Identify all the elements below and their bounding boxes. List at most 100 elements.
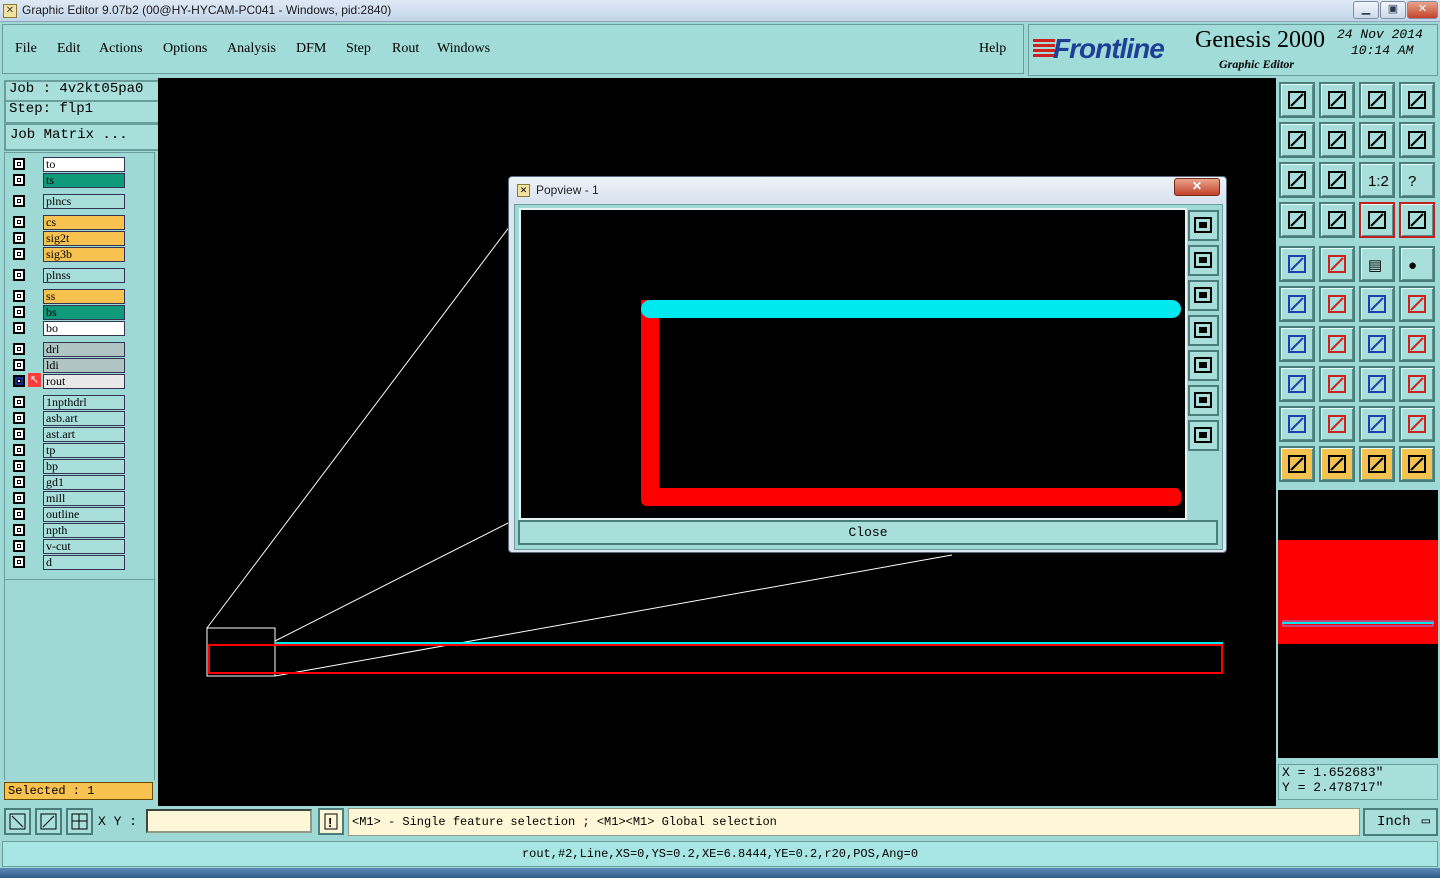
layer-row-rout[interactable]: ↖ rout — [9, 373, 129, 389]
layer-checkbox[interactable] — [13, 248, 25, 260]
layer-checkbox[interactable] — [13, 359, 25, 371]
layer-row-d[interactable]: d — [9, 555, 129, 570]
layer-name[interactable]: npth — [43, 523, 125, 538]
redraw-icon[interactable] — [1359, 122, 1395, 158]
maximize-icon[interactable]: ▣ — [1380, 1, 1406, 19]
menu-file[interactable]: File — [15, 41, 37, 57]
open-job-icon[interactable] — [1279, 82, 1315, 118]
layer-row-plnss[interactable]: plnss — [9, 268, 129, 283]
layer-name[interactable]: ast.art — [43, 427, 125, 442]
layer-name[interactable]: plncs — [43, 194, 125, 209]
layer-palette-icon[interactable] — [1359, 202, 1395, 238]
layer-row-npth[interactable]: npth — [9, 523, 129, 538]
layer-checkbox[interactable] — [13, 195, 25, 207]
layer-row-ts[interactable]: ts — [9, 173, 129, 188]
line-draw-icon[interactable] — [1319, 326, 1355, 362]
zoom-profile-icon[interactable] — [1319, 162, 1355, 198]
red-rout-feature[interactable] — [208, 644, 1223, 674]
polygon-icon[interactable] — [1319, 246, 1355, 282]
layer-checkbox[interactable] — [13, 476, 25, 488]
pv-top-icon[interactable] — [1188, 245, 1219, 276]
pv-left-icon[interactable] — [1188, 315, 1219, 346]
zoom-ratio-icon[interactable]: 1:2 — [1359, 162, 1395, 198]
layer-colors-icon[interactable] — [1399, 202, 1435, 238]
layer-name[interactable]: bo — [43, 321, 125, 336]
menu-step[interactable]: Step — [346, 41, 371, 57]
layer-row-1npthdrl[interactable]: 1npthdrl — [9, 395, 129, 410]
pv-center-icon[interactable] — [1188, 420, 1219, 451]
layer-checkbox[interactable] — [13, 174, 25, 186]
pv-bottom-icon[interactable] — [1188, 280, 1219, 311]
layer-checkbox[interactable] — [13, 460, 25, 472]
layer-checkbox[interactable] — [13, 158, 25, 170]
measure-icon[interactable] — [35, 808, 62, 835]
menu-actions[interactable]: Actions — [99, 41, 143, 57]
layer-checkbox[interactable] — [13, 396, 25, 408]
layer-checkbox[interactable] — [13, 232, 25, 244]
layer-name[interactable]: gd1 — [43, 475, 125, 490]
layer-name[interactable]: sig2t — [43, 231, 125, 246]
layer-row-to[interactable]: to — [9, 157, 129, 172]
menu-analysis[interactable]: Analysis — [227, 41, 276, 57]
snap-icon[interactable] — [1399, 122, 1435, 158]
home-icon[interactable] — [1359, 82, 1395, 118]
delete-point-icon[interactable] — [1319, 286, 1355, 322]
dot-icon[interactable]: ● — [1399, 246, 1435, 282]
triangle-b-icon[interactable] — [1319, 406, 1355, 442]
popview-canvas[interactable] — [519, 208, 1187, 520]
connect-icon[interactable] — [1279, 286, 1315, 322]
angle-line-icon[interactable] — [1279, 326, 1315, 362]
layer-row-sig2t[interactable]: sig2t — [9, 231, 129, 246]
zoom-fit-icon[interactable] — [1279, 162, 1315, 198]
layer-name[interactable]: bp — [43, 459, 125, 474]
triangle-a-icon[interactable] — [1279, 406, 1315, 442]
menu-rout[interactable]: Rout — [392, 41, 419, 57]
layer-name[interactable]: plnss — [43, 268, 125, 283]
layer-checkbox[interactable] — [13, 492, 25, 504]
close-window-icon[interactable]: ✕ — [1407, 1, 1438, 19]
layer-row-plncs[interactable]: plncs — [9, 194, 129, 209]
add-point-icon[interactable] — [1399, 286, 1435, 322]
layer-name[interactable]: rout — [43, 374, 125, 389]
minimize-icon[interactable]: ▁ — [1353, 1, 1379, 19]
layer-name[interactable]: ts — [43, 173, 125, 188]
layer-name[interactable]: d — [43, 555, 125, 570]
layer-name[interactable]: drl — [43, 342, 125, 357]
select-route-icon[interactable] — [1399, 446, 1435, 482]
layer-name[interactable]: cs — [43, 215, 125, 230]
menu-edit[interactable]: Edit — [57, 41, 80, 57]
popview-title-bar[interactable]: ✕ Popview - 1 ✕ — [509, 177, 1226, 203]
layer-name[interactable]: 1npthdrl — [43, 395, 125, 410]
layer-row-bs[interactable]: bs — [9, 305, 129, 320]
layer-row-tp[interactable]: tp — [9, 443, 129, 458]
layer-checkbox[interactable] — [13, 524, 25, 536]
layer-row-mill[interactable]: mill — [9, 491, 129, 506]
pad-add-icon[interactable] — [1279, 246, 1315, 282]
resize-icon[interactable] — [1359, 366, 1395, 402]
layer-name[interactable]: ss — [43, 289, 125, 304]
alert-icon[interactable]: ! — [318, 808, 344, 835]
layer-row-sig3b[interactable]: sig3b — [9, 247, 129, 262]
layer-row-cs[interactable]: cs — [9, 215, 129, 230]
popview-close-icon[interactable]: ✕ — [1174, 178, 1220, 196]
layer-checkbox[interactable] — [13, 322, 25, 334]
layer-row-ss[interactable]: ss — [9, 289, 129, 304]
arc-rotate-icon[interactable] — [1359, 326, 1395, 362]
mirror-icon[interactable] — [1399, 326, 1435, 362]
select-arrow-icon[interactable] — [1279, 446, 1315, 482]
layer-checkbox[interactable] — [13, 269, 25, 281]
shape-icon[interactable] — [1399, 366, 1435, 402]
pv-right-icon[interactable] — [1188, 350, 1219, 381]
layer-checkbox[interactable] — [13, 216, 25, 228]
layer-row-bo[interactable]: bo — [9, 321, 129, 336]
layer-name[interactable]: asb.art — [43, 411, 125, 426]
pv-zoom-in-icon[interactable] — [1188, 210, 1219, 241]
layer-row-outline[interactable]: outline — [9, 507, 129, 522]
layer-name[interactable]: ldi — [43, 358, 125, 373]
zoom-window-icon[interactable] — [4, 808, 31, 835]
layer-checkbox[interactable] — [13, 540, 25, 552]
layer-row-gd1[interactable]: gd1 — [9, 475, 129, 490]
split-line-icon[interactable] — [1319, 366, 1355, 402]
xy-input[interactable] — [146, 809, 312, 833]
job-matrix-button[interactable]: Job Matrix ... — [4, 123, 160, 151]
